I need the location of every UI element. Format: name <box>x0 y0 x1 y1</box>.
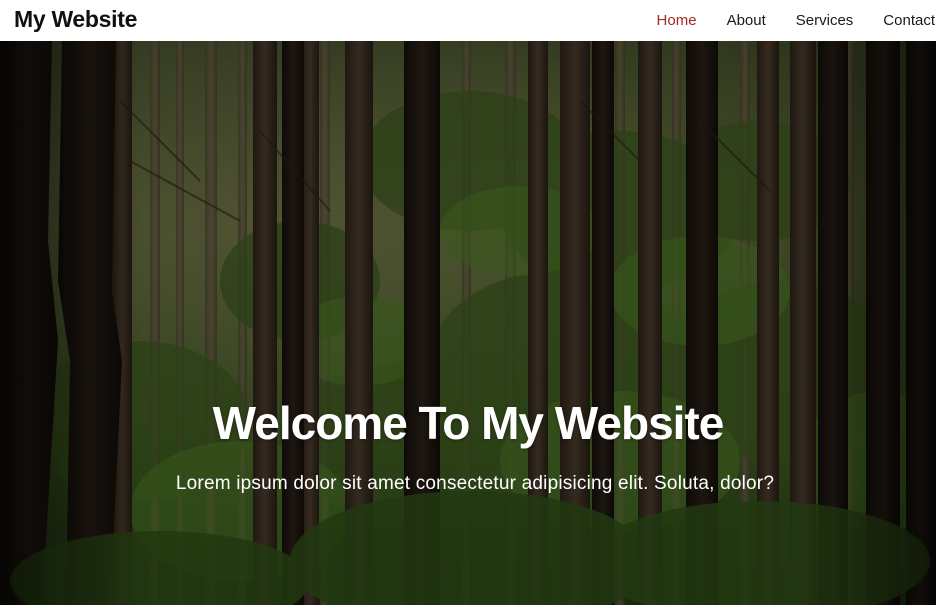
hero-overlay <box>0 41 936 605</box>
nav-menu: Home About Services Contact <box>657 0 936 41</box>
navbar: My Website Home About Services Contact <box>0 0 936 41</box>
site-brand-logo[interactable]: My Website <box>14 4 137 34</box>
hero-subtitle: Lorem ipsum dolor sit amet consectetur a… <box>175 473 775 494</box>
nav-link-about[interactable]: About <box>727 2 766 40</box>
nav-link-home[interactable]: Home <box>657 2 697 40</box>
hero-section: Welcome To My Website Lorem ipsum dolor … <box>0 41 936 605</box>
hero-title: Welcome To My Website <box>212 397 725 449</box>
nav-link-services[interactable]: Services <box>796 2 854 40</box>
nav-link-contact[interactable]: Contact <box>883 2 935 40</box>
